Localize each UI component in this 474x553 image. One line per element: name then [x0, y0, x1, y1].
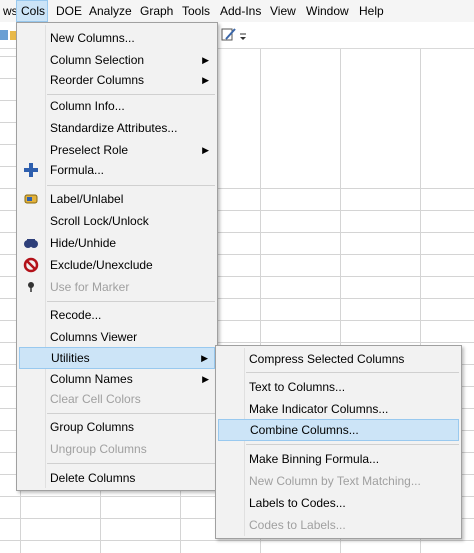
- menu-item-label-unlabel[interactable]: Label/Unlabel: [19, 188, 215, 210]
- plus-icon: [23, 162, 39, 178]
- menu-item-make-indicator-columns[interactable]: Make Indicator Columns...: [218, 398, 459, 420]
- menu-separator: [47, 413, 215, 414]
- menu-item-exclude-unexclude[interactable]: Exclude/Unexclude: [19, 254, 215, 276]
- chevron-right-icon: ▶: [202, 75, 209, 85]
- menu-analyze[interactable]: Analyze: [84, 0, 137, 22]
- menu-item-standardize-attributes[interactable]: Standardize Attributes...: [19, 117, 215, 139]
- menu-item-recode[interactable]: Recode...: [19, 304, 215, 326]
- chevron-right-icon: ▶: [201, 353, 208, 363]
- menu-graph[interactable]: Graph: [135, 0, 178, 22]
- menu-item-column-info[interactable]: Column Info...: [19, 95, 215, 117]
- menu-item-hide-unhide[interactable]: Hide/Unhide: [19, 232, 215, 254]
- chevron-right-icon: ▶: [202, 145, 209, 155]
- column-header-area: [218, 49, 474, 175]
- menu-separator: [47, 185, 215, 186]
- menu-item-scroll-lock[interactable]: Scroll Lock/Unlock: [19, 210, 215, 232]
- menu-item-labels-to-codes[interactable]: Labels to Codes...: [218, 492, 459, 514]
- marker-icon: [23, 279, 39, 295]
- menu-item-new-column-by-text-matching: New Column by Text Matching...: [249, 474, 421, 488]
- menu-item-use-for-marker: Use for Marker: [19, 276, 215, 298]
- menu-view[interactable]: View: [265, 0, 301, 22]
- menu-tools[interactable]: Tools: [177, 0, 215, 22]
- hide-icon: [23, 235, 39, 251]
- menu-cols[interactable]: Cols: [16, 0, 48, 22]
- menu-item-columns-viewer[interactable]: Columns Viewer: [19, 326, 215, 348]
- open-icon[interactable]: [0, 28, 10, 45]
- menu-item-compress-selected-columns[interactable]: Compress Selected Columns: [218, 348, 459, 370]
- utilities-submenu: Compress Selected Columns Text to Column…: [215, 345, 462, 539]
- menu-separator: [246, 444, 459, 445]
- menu-item-preselect-role[interactable]: Preselect Role ▶: [19, 139, 215, 161]
- edit-icon[interactable]: [221, 27, 237, 46]
- label-icon: [23, 191, 39, 207]
- menu-doe[interactable]: DOE: [51, 0, 87, 22]
- exclude-icon: [23, 257, 39, 273]
- menu-item-column-selection[interactable]: Column Selection ▶: [19, 49, 215, 71]
- menu-item-new-columns[interactable]: New Columns...: [19, 27, 215, 49]
- cols-menu: New Columns... Column Selection ▶ Reorder…: [16, 22, 218, 491]
- menu-item-utilities[interactable]: Utilities ▶: [19, 347, 215, 369]
- menu-item-clear-cell-colors: Clear Cell Colors: [50, 392, 141, 406]
- menu-separator: [47, 463, 215, 464]
- menu-item-group-columns[interactable]: Group Columns: [19, 416, 215, 438]
- menu-separator: [246, 372, 459, 373]
- menu-item-combine-columns[interactable]: Combine Columns...: [218, 419, 459, 441]
- menu-bar: ws Cols DOE Analyze Graph Tools Add-Ins …: [0, 0, 474, 23]
- menu-item-text-to-columns[interactable]: Text to Columns...: [218, 376, 459, 398]
- toolbar-dropdown-icon[interactable]: [240, 31, 248, 45]
- menu-add-ins[interactable]: Add-Ins: [215, 0, 266, 22]
- menu-item-reorder-columns[interactable]: Reorder Columns ▶: [19, 69, 215, 91]
- menu-item-make-binning-formula[interactable]: Make Binning Formula...: [218, 448, 459, 470]
- menu-item-formula[interactable]: Formula...: [19, 159, 215, 181]
- menu-item-ungroup-columns: Ungroup Columns: [50, 442, 147, 456]
- menu-item-codes-to-labels: Codes to Labels...: [249, 518, 346, 532]
- menu-window[interactable]: Window: [301, 0, 354, 22]
- chevron-right-icon: ▶: [202, 374, 209, 384]
- chevron-right-icon: ▶: [202, 55, 209, 65]
- menu-item-delete-columns[interactable]: Delete Columns: [19, 467, 215, 489]
- menu-help[interactable]: Help: [354, 0, 389, 22]
- menu-item-column-names[interactable]: Column Names ▶: [19, 368, 215, 390]
- menu-separator: [47, 301, 215, 302]
